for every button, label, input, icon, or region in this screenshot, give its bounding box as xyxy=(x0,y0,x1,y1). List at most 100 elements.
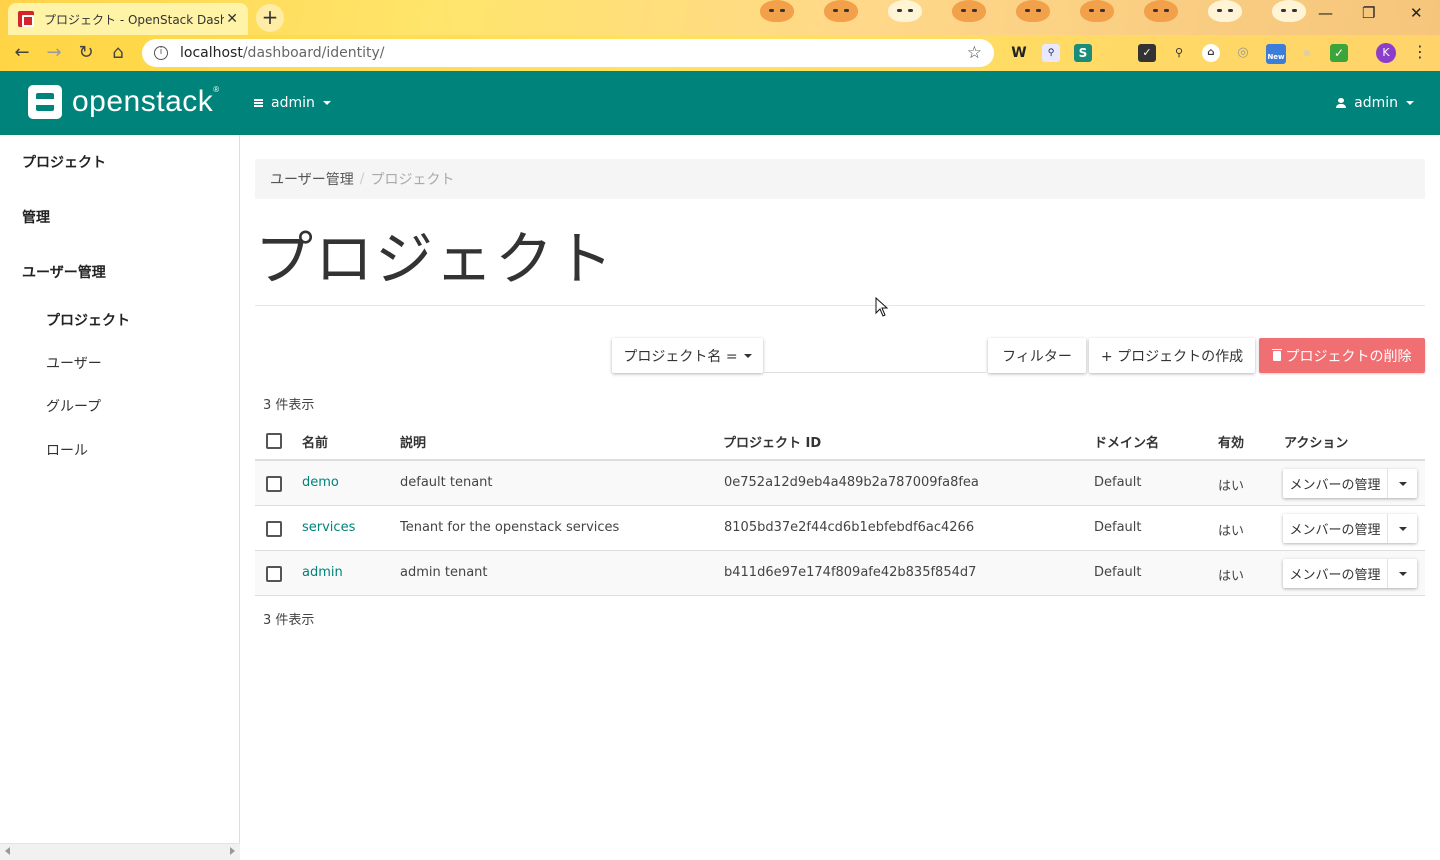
filter-input[interactable] xyxy=(764,338,986,373)
fox-theme-icon xyxy=(760,0,794,22)
back-arrow-icon[interactable]: ← xyxy=(10,41,34,65)
filter-field-label: プロジェクト名 = xyxy=(623,348,738,365)
browser-theme-decoration xyxy=(760,0,1400,24)
row-actions-dropdown-toggle[interactable] xyxy=(1388,469,1417,498)
column-header-project-id[interactable]: プロジェクト ID xyxy=(723,432,821,451)
home-extension-icon[interactable]: ⌂ xyxy=(1202,44,1220,62)
project-list-icon xyxy=(254,99,263,107)
checkmark-extension-icon[interactable]: ✓ xyxy=(1138,44,1156,62)
create-project-button[interactable]: + プロジェクトの作成 xyxy=(1089,338,1255,373)
scroll-right-arrow-icon[interactable] xyxy=(230,847,235,855)
sidebar-horizontal-scrollbar[interactable] xyxy=(0,843,240,860)
address-bar[interactable]: i localhost/dashboard/identity/ ☆ xyxy=(142,39,994,67)
column-header-enabled[interactable]: 有効 xyxy=(1218,432,1244,451)
openstack-logo-icon xyxy=(28,85,62,119)
column-header-name[interactable]: 名前 xyxy=(302,432,328,451)
table-row: admin admin tenant b411d6e97e174f809afe4… xyxy=(255,551,1425,596)
row-action-group: メンバーの管理 xyxy=(1283,514,1417,543)
caret-down-icon xyxy=(322,101,331,105)
scroll-left-arrow-icon[interactable] xyxy=(5,847,10,855)
s-extension-icon[interactable]: S xyxy=(1074,44,1092,62)
project-enabled: はい xyxy=(1218,479,1245,494)
github-extension-icon[interactable]: ◎ xyxy=(1234,44,1252,62)
wikipedia-extension-icon[interactable]: W xyxy=(1010,44,1028,62)
column-header-description[interactable]: 説明 xyxy=(400,432,426,451)
browser-tab-bar: プロジェクト - OpenStack Dashboard ✕ + — ❐ ✕ xyxy=(0,0,1440,35)
caret-down-icon xyxy=(743,353,752,358)
openstack-logo[interactable]: openstack® xyxy=(28,85,220,119)
title-divider xyxy=(255,305,1425,306)
user-icon xyxy=(1336,98,1347,108)
new-badge-extension-icon[interactable]: New xyxy=(1266,44,1286,64)
breadcrumb-parent-link[interactable]: ユーザー管理 xyxy=(270,169,354,189)
bookmark-star-icon[interactable]: ☆ xyxy=(967,43,982,63)
profile-avatar[interactable]: K xyxy=(1376,43,1396,63)
new-tab-button[interactable]: + xyxy=(256,4,284,32)
sidebar-item-admin[interactable]: 管理 xyxy=(22,207,50,227)
filter-field-dropdown[interactable]: プロジェクト名 = xyxy=(612,338,763,373)
row-actions-dropdown-toggle[interactable] xyxy=(1388,514,1417,543)
green-check-extension-icon[interactable]: ✓ xyxy=(1330,44,1348,62)
home-icon[interactable]: ⌂ xyxy=(106,41,130,65)
fox-theme-icon xyxy=(1272,0,1306,22)
breadcrumb-current: プロジェクト xyxy=(370,172,455,188)
minimize-window-button[interactable]: — xyxy=(1318,4,1333,22)
project-switcher-dropdown[interactable]: admin xyxy=(254,95,331,111)
row-action-group: メンバーの管理 xyxy=(1283,469,1417,498)
magnifier-extension-icon[interactable]: ⚲ xyxy=(1170,44,1188,62)
site-info-icon[interactable]: i xyxy=(154,46,168,60)
project-switcher-label: admin xyxy=(271,95,315,111)
row-checkbox[interactable] xyxy=(266,521,282,537)
search-extension-icon[interactable]: ⚲ xyxy=(1042,44,1060,62)
fox-theme-icon xyxy=(1144,0,1178,22)
column-header-domain[interactable]: ドメイン名 xyxy=(1094,432,1159,451)
openstack-favicon-icon xyxy=(18,11,34,27)
project-description: admin tenant xyxy=(400,565,488,580)
filter-button[interactable]: フィルター xyxy=(988,338,1086,373)
sidebar-item-project[interactable]: プロジェクト xyxy=(22,152,106,172)
select-all-checkbox[interactable] xyxy=(266,433,282,449)
browser-toolbar: ← → ↻ ⌂ i localhost/dashboard/identity/ … xyxy=(0,35,1440,71)
project-name-link[interactable]: services xyxy=(302,520,355,535)
fox-theme-icon xyxy=(824,0,858,22)
manage-members-button[interactable]: メンバーの管理 xyxy=(1283,559,1388,588)
app-header: openstack® admin admin xyxy=(0,71,1440,135)
item-count-top: 3 件表示 xyxy=(263,398,315,413)
project-id: 8105bd37e2f44cd6b1ebfebdf6ac4266 xyxy=(724,520,975,535)
sidebar-subitem-projects[interactable]: プロジェクト xyxy=(46,310,130,330)
column-header-actions: アクション xyxy=(1284,436,1349,451)
forward-arrow-icon[interactable]: → xyxy=(42,41,66,65)
row-checkbox[interactable] xyxy=(266,476,282,492)
manage-members-button[interactable]: メンバーの管理 xyxy=(1283,469,1388,498)
project-name-link[interactable]: admin xyxy=(302,565,343,580)
user-menu-dropdown[interactable]: admin xyxy=(1336,95,1414,111)
browser-tab[interactable]: プロジェクト - OpenStack Dashboard ✕ xyxy=(8,3,248,35)
reload-icon[interactable]: ↻ xyxy=(74,41,98,65)
tab-close-icon[interactable]: ✕ xyxy=(226,11,238,27)
caret-down-icon xyxy=(1406,101,1414,105)
row-checkbox[interactable] xyxy=(266,566,282,582)
fox-theme-icon xyxy=(1208,0,1242,22)
get-crx-extension-icon[interactable]: ▦ xyxy=(1298,44,1316,62)
caret-down-icon xyxy=(1398,526,1407,531)
address-url: localhost/dashboard/identity/ xyxy=(180,45,385,61)
delete-projects-button[interactable]: プロジェクトの削除 xyxy=(1259,338,1425,373)
page-title: プロジェクト xyxy=(255,225,616,293)
restore-window-button[interactable]: ❐ xyxy=(1362,4,1375,22)
project-id: b411d6e97e174f809afe42b835f854d7 xyxy=(724,565,977,580)
sidebar-subitem-users[interactable]: ユーザー xyxy=(46,353,102,373)
sidebar-subitem-roles[interactable]: ロール xyxy=(46,440,88,460)
sidebar-subitem-groups[interactable]: グループ xyxy=(46,396,101,416)
row-actions-dropdown-toggle[interactable] xyxy=(1388,559,1417,588)
table-header-row: 名前 説明 プロジェクト ID ドメイン名 有効 アクション xyxy=(255,420,1425,461)
fox-theme-icon xyxy=(888,0,922,22)
project-domain: Default xyxy=(1094,475,1142,490)
manage-members-button[interactable]: メンバーの管理 xyxy=(1283,514,1388,543)
close-window-button[interactable]: ✕ xyxy=(1410,4,1423,22)
user-menu-label: admin xyxy=(1354,95,1398,111)
project-name-link[interactable]: demo xyxy=(302,475,339,490)
browser-menu-icon[interactable]: ⋮ xyxy=(1412,42,1428,61)
project-domain: Default xyxy=(1094,520,1142,535)
trash-icon xyxy=(1271,348,1282,361)
sidebar-item-identity[interactable]: ユーザー管理 xyxy=(22,262,106,282)
